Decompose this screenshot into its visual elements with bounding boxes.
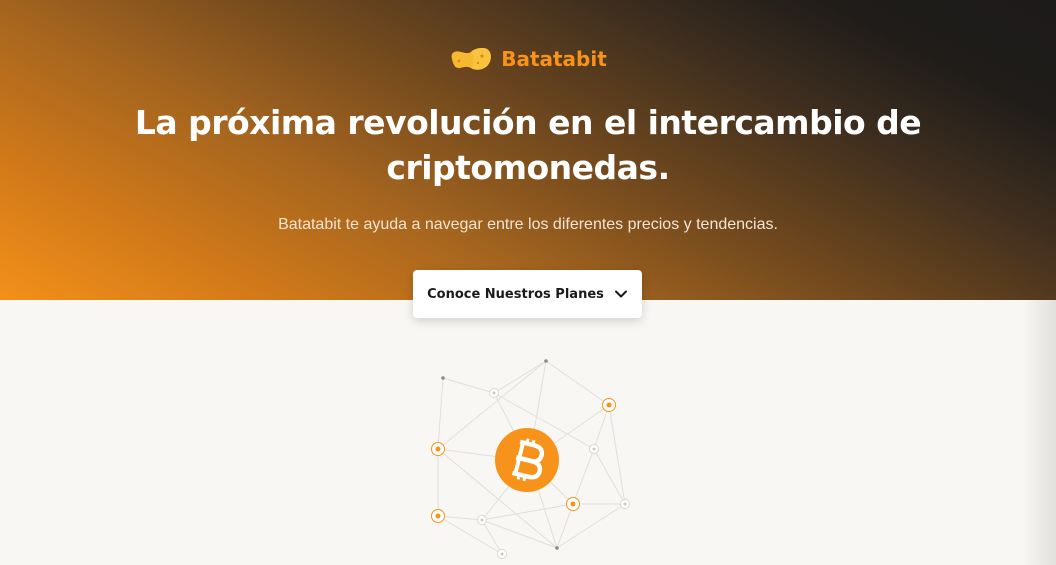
- hero-subtitle: Batatabit te ayuda a navegar entre los d…: [278, 216, 778, 233]
- potato-icon: [451, 48, 492, 70]
- bitcoin-icon: [495, 428, 559, 492]
- hero-section: Batatabit La próxima revolución en el in…: [0, 0, 1056, 300]
- network-node: [441, 376, 445, 380]
- chevron-down-icon: [614, 290, 627, 298]
- brand-name: Batatabit: [501, 47, 607, 71]
- brand[interactable]: Batatabit: [0, 44, 1056, 74]
- crypto-network-illustration: [431, 359, 630, 559]
- page-title-line-2: criptomonedas.: [386, 148, 670, 187]
- landing-page: Batatabit La próxima revolución en el in…: [0, 0, 1056, 565]
- plans-button[interactable]: Conoce Nuestros Planes: [413, 270, 642, 318]
- right-edge-shadow: [1022, 300, 1056, 565]
- page-title-line-1: La próxima revolución en el intercambio …: [134, 103, 922, 142]
- plans-button-label: Conoce Nuestros Planes: [427, 286, 604, 302]
- page-title: La próxima revolución en el intercambio …: [0, 100, 1056, 190]
- network-node: [555, 546, 559, 550]
- network-node: [544, 359, 548, 363]
